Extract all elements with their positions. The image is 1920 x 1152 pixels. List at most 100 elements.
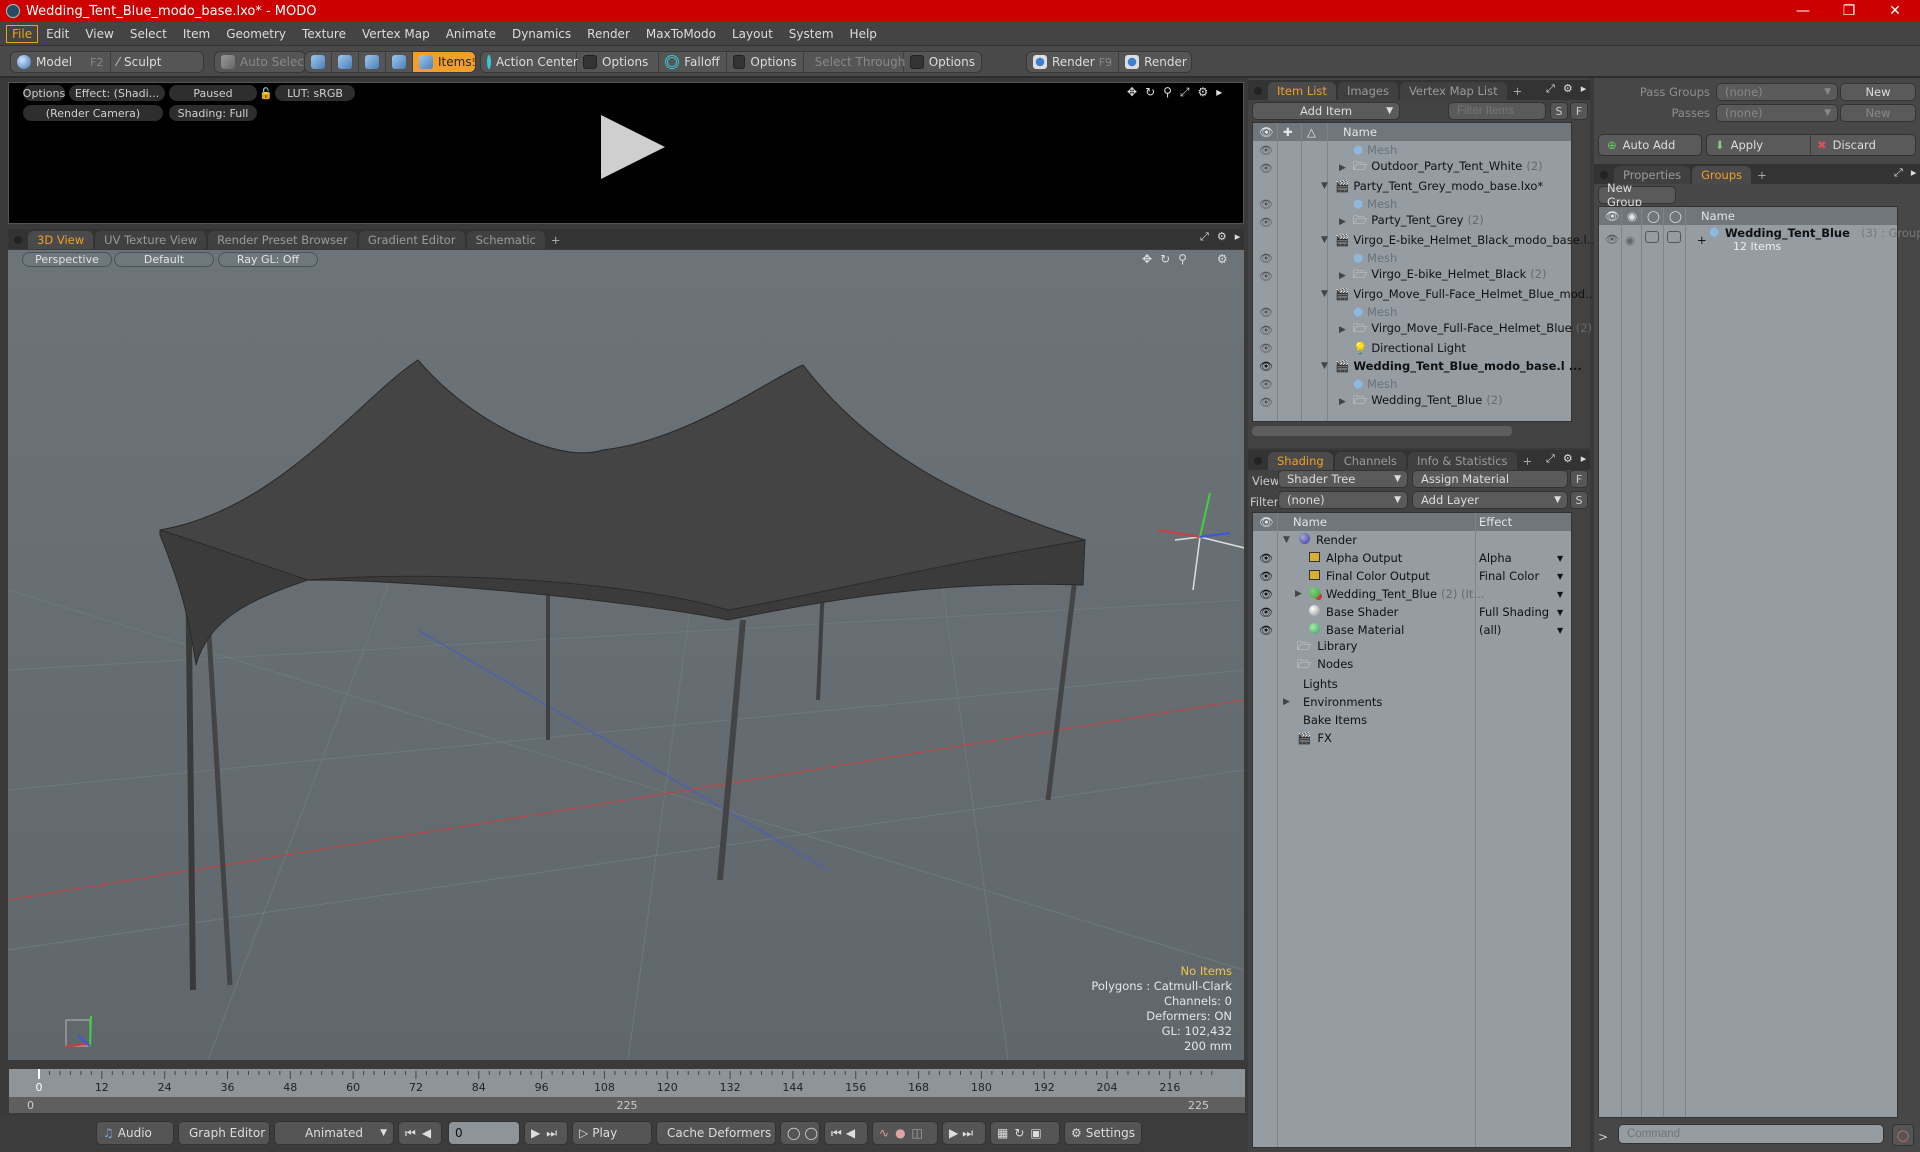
add-tab-button[interactable]: +: [1509, 82, 1527, 100]
lock-column-icon[interactable]: ◯: [1647, 209, 1660, 223]
horizontal-scrollbar[interactable]: [1252, 426, 1512, 436]
menu-select[interactable]: Select: [122, 25, 175, 43]
play-button[interactable]: ▷ Play: [572, 1121, 652, 1145]
key-loop-icon[interactable]: ↻: [1014, 1126, 1024, 1140]
expand-down-icon[interactable]: ▼: [1321, 361, 1328, 371]
lut-dropdown[interactable]: LUT: sRGB: [275, 85, 355, 101]
passes-dropdown[interactable]: (none) ▼: [1716, 104, 1838, 122]
item-list-row[interactable]: 👁 ⬢ Mesh: [1253, 303, 1571, 321]
materials-mode-button[interactable]: [386, 52, 413, 72]
tab-info-statistics[interactable]: Info & Statistics: [1407, 452, 1517, 470]
action-center-button[interactable]: Action Center: [481, 52, 578, 72]
add-item-dropdown[interactable]: Add Item ▼: [1252, 102, 1400, 120]
tab-3d-view[interactable]: 3D View: [28, 231, 94, 249]
item-list-row[interactable]: 👁 ⬢ Mesh: [1253, 195, 1571, 213]
effect-value[interactable]: (all): [1479, 623, 1501, 637]
item-list-row[interactable]: ▼ 🎬 Virgo_E-bike_Helmet_Black_modo_base.l.…: [1253, 231, 1598, 249]
maximize-icon[interactable]: ⤢: [1894, 166, 1903, 180]
maximize-icon[interactable]: ⤢: [1546, 82, 1555, 96]
shader-tree-row[interactable]: Lights: [1253, 675, 1571, 693]
shader-tree-row[interactable]: 🗁 Library: [1253, 639, 1571, 657]
shader-tree-row[interactable]: 👁 Alpha Output Alpha ▼: [1253, 549, 1571, 567]
expand-arrow-icon[interactable]: ▸: [1581, 452, 1587, 466]
panel-menu-dot[interactable]: [1254, 457, 1262, 465]
panel-menu-dot[interactable]: [1254, 87, 1262, 95]
preview-paused-button[interactable]: Paused: [169, 85, 257, 101]
panel-menu-dot[interactable]: [1600, 171, 1608, 179]
item-list-row[interactable]: 👁 ⬢ Mesh: [1253, 141, 1571, 159]
expand-down-icon[interactable]: ▼: [1283, 535, 1290, 545]
falloff-button[interactable]: Falloff: [659, 52, 727, 72]
model-mode-button[interactable]: Model F2: [11, 52, 111, 72]
tab-groups[interactable]: Groups: [1692, 166, 1752, 184]
gear-icon[interactable]: ⚙: [1198, 85, 1209, 100]
pass-groups-dropdown[interactable]: (none) ▼: [1716, 83, 1838, 101]
visibility-eye-icon[interactable]: 👁: [1259, 342, 1273, 355]
auto-select-button[interactable]: Auto Select: [215, 52, 305, 72]
shading-s-button[interactable]: S: [1570, 491, 1588, 509]
visibility-eye-icon[interactable]: 👁: [1259, 570, 1273, 583]
preview-effect-dropdown[interactable]: Effect: (Shadi...: [69, 85, 165, 101]
tab-item-list[interactable]: Item List: [1268, 82, 1336, 100]
timeline[interactable]: 0 12 24 36 48 60 72 84 96 108 120 132 144 156 168 180 19…: [8, 1068, 1245, 1113]
render-button[interactable]: Render F9: [1027, 52, 1120, 72]
expand-arrow-icon[interactable]: ▸: [1216, 85, 1222, 100]
item-list-row[interactable]: 👁 💡 Directional Light: [1253, 339, 1571, 357]
cache-deformers-button[interactable]: Cache Deformers: [656, 1121, 776, 1145]
filter-dropdown[interactable]: (none) ▼: [1278, 491, 1408, 509]
gear-icon[interactable]: ⚙: [1563, 452, 1573, 466]
item-list-row[interactable]: 👁 ▶ 🗁 Outdoor_Party_Tent_White (2): [1253, 159, 1571, 177]
chevron-down-icon[interactable]: ▼: [1557, 590, 1563, 599]
falloff-options-button[interactable]: Options: [727, 52, 804, 72]
menu-edit[interactable]: Edit: [38, 25, 77, 43]
add-layer-dropdown[interactable]: Add Layer ▼: [1412, 491, 1568, 509]
item-list-row[interactable]: 👁 ▼ 🎬 Wedding_Tent_Blue_modo_base.l ...: [1253, 357, 1582, 375]
menu-maxtomodo[interactable]: MaxToModo: [638, 25, 724, 43]
menu-dynamics[interactable]: Dynamics: [504, 25, 579, 43]
step-forward-icon[interactable]: ▶: [531, 1126, 540, 1140]
tab-uv-texture-view[interactable]: UV Texture View: [95, 231, 207, 249]
item-list-row[interactable]: 👁 ▶ 🗁 Wedding_Tent_Blue (2): [1253, 393, 1571, 411]
expand-down-icon[interactable]: ▼: [1321, 181, 1328, 191]
auto-key-icon[interactable]: ◫: [912, 1126, 923, 1140]
shading-dropdown[interactable]: Shading: Full: [169, 105, 257, 121]
frame-input[interactable]: 0: [448, 1121, 520, 1145]
filter-f-button[interactable]: F: [1570, 102, 1588, 120]
expand-right-icon[interactable]: ▶: [1339, 271, 1346, 281]
new-pass-group-button[interactable]: New: [1840, 83, 1916, 101]
render-toggle-icon[interactable]: ◉: [1625, 233, 1635, 247]
visibility-eye-icon[interactable]: 👁: [1259, 198, 1273, 211]
audio-button[interactable]: ♫ Audio: [96, 1121, 174, 1145]
next-key-icon[interactable]: ▶: [949, 1126, 958, 1140]
name-column-header[interactable]: Name: [1701, 209, 1735, 223]
expand-right-icon[interactable]: ▶: [1339, 325, 1346, 335]
play-preview-button[interactable]: [601, 115, 665, 179]
menu-system[interactable]: System: [781, 25, 842, 43]
timeline-ruler[interactable]: 0 12 24 36 48 60 72 84 96 108 120 132 144 156 168 180 19…: [9, 1069, 1245, 1113]
visibility-eye-icon[interactable]: 👁: [1259, 606, 1273, 619]
visibility-column-icon[interactable]: 👁: [1259, 125, 1274, 139]
render-camera-dropdown[interactable]: (Render Camera): [23, 105, 163, 121]
menu-render[interactable]: Render: [579, 25, 638, 43]
group-row[interactable]: 👁 ◉ + ⬢ Wedding_Tent_Blue (3) : Group 12 Items: [1599, 225, 1920, 257]
expand-down-icon[interactable]: ▼: [1321, 235, 1328, 245]
name-column-header[interactable]: Name: [1343, 125, 1377, 139]
key-down-icon[interactable]: ◯: [804, 1126, 817, 1140]
key-camera-icon[interactable]: ▦: [997, 1126, 1008, 1140]
select-through-button[interactable]: Select Through: [804, 52, 905, 72]
maximize-icon[interactable]: ⤢: [1200, 230, 1209, 244]
menu-geometry[interactable]: Geometry: [218, 25, 294, 43]
shader-tree-row[interactable]: ▶ Environments: [1253, 693, 1571, 711]
skip-start-icon[interactable]: ⏮: [405, 1126, 416, 1141]
item-list-row[interactable]: 👁 ▶ 🗁 Party_Tent_Grey (2): [1253, 213, 1571, 231]
gear-icon[interactable]: ⚙: [1563, 82, 1573, 96]
visibility-eye-icon[interactable]: 👁: [1259, 360, 1273, 373]
assign-material-button[interactable]: Assign Material: [1412, 470, 1568, 488]
add-tab-button[interactable]: +: [1753, 166, 1771, 184]
rotate-icon[interactable]: ↻: [1145, 85, 1155, 100]
discard-button[interactable]: ✖ Discard: [1811, 135, 1915, 155]
prev-key-icon[interactable]: ◀: [846, 1126, 855, 1140]
axis-column-icon[interactable]: △: [1307, 125, 1316, 139]
minimize-button[interactable]: —: [1780, 0, 1826, 22]
expand-right-icon[interactable]: ▶: [1339, 397, 1346, 407]
